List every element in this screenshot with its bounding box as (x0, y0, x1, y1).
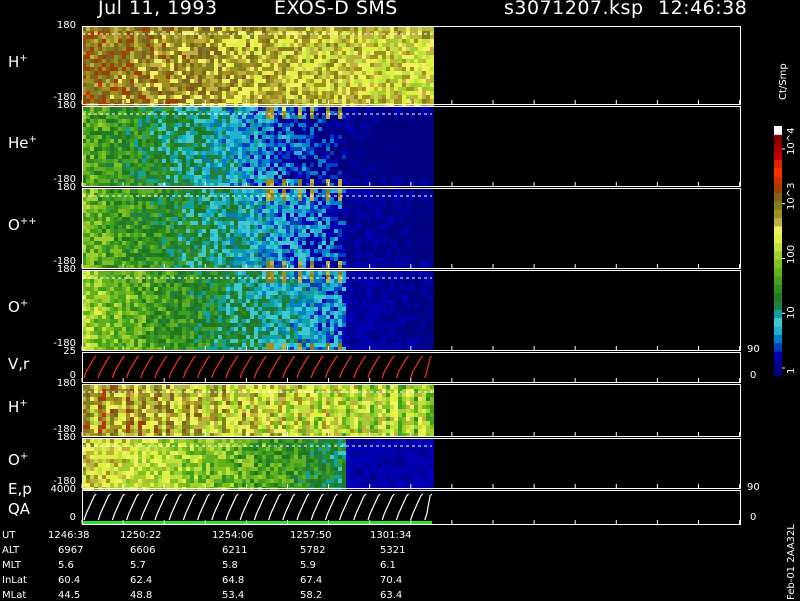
panel-right-top-label: 90 (747, 344, 760, 355)
ephemeris-row-name: MLT (2, 560, 21, 571)
panel-name-label: He+ (8, 134, 37, 152)
colorbar-tick-label: 100 (786, 245, 797, 264)
colorbar-tick-label: 10^4 (786, 127, 797, 154)
panel-4 (82, 353, 741, 383)
panel-ymax-label: 180 (36, 264, 76, 275)
header-file: s3071207.ksp (504, 0, 644, 19)
colorbar-units: Ct/Smp (778, 63, 789, 100)
panel-name-label: O++ (8, 216, 37, 234)
ephemeris-row-name: InLat (2, 575, 27, 586)
colorbar-tick-label: 10^3 (786, 182, 797, 209)
ephemeris-value: 1250:22 (120, 530, 162, 541)
panel-right-bottom-label: 0 (750, 512, 756, 523)
ephemeris-value: 62.4 (130, 575, 152, 586)
colorbar-tick-label: 1 (786, 368, 797, 374)
panel-name-label: V,r (8, 355, 29, 373)
ephemeris-value: 5.7 (130, 560, 146, 571)
ephemeris-row-name: UT (2, 530, 15, 541)
ephemeris-value: 70.4 (380, 575, 402, 586)
colorbar (774, 126, 785, 377)
ephemeris-value: 5.6 (58, 560, 74, 571)
ephemeris-value: 64.8 (222, 575, 244, 586)
ephemeris-value: 5.8 (222, 560, 238, 571)
panel-frame (83, 491, 741, 525)
ephemeris-value: 63.4 (380, 590, 402, 601)
panel-ymin-label: 0 (36, 512, 76, 523)
panel-ymax-label: 180 (36, 182, 76, 193)
header-instrument: EXOS-D SMS (274, 0, 398, 19)
panel-ymax-label: 25 (36, 346, 76, 357)
ephemeris-value: 1254:06 (212, 530, 254, 541)
panel-name-label: O+ (8, 298, 28, 316)
panel-right-top-label: 90 (747, 482, 760, 493)
panel-3 (82, 271, 741, 352)
panel-ymax-label: 180 (36, 100, 76, 111)
footer-stamp: Feb-01 2AA32L (786, 524, 797, 600)
ephemeris-value: 6967 (58, 545, 83, 556)
ephemeris-value: 1257:50 (290, 530, 332, 541)
ephemeris-value: 6606 (130, 545, 155, 556)
ephemeris-value: 6211 (222, 545, 247, 556)
ephemeris-value: 60.4 (58, 575, 80, 586)
panel-2 (82, 189, 741, 270)
ephemeris-value: 5.9 (300, 560, 316, 571)
panel-qa-label: QA (8, 500, 30, 518)
ephemeris-value: 1246:38 (48, 530, 90, 541)
ephemeris-value: 67.4 (300, 575, 322, 586)
series-line (84, 494, 432, 520)
ephemeris-row-name: MLat (2, 590, 26, 601)
ephemeris-value: 58.2 (300, 590, 322, 601)
panel-ymax-label: 180 (36, 378, 76, 389)
panel-ymax-label: 4000 (36, 484, 76, 495)
panel-name-label: H+ (8, 398, 28, 416)
ephemeris-value: 6.1 (380, 560, 396, 571)
ephemeris-value: 5782 (300, 545, 325, 556)
header-time: 12:46:38 (658, 0, 747, 19)
ephemeris-value: 5321 (380, 545, 405, 556)
panel-7 (82, 491, 741, 526)
ephemeris-value: 53.4 (222, 590, 244, 601)
panel-1 (82, 107, 741, 188)
panel-5 (82, 385, 741, 438)
colorbar-tick-label: 10 (786, 307, 797, 320)
panel-name-label: O+ (8, 451, 28, 469)
ephemeris-row-name: ALT (2, 545, 19, 556)
panel-ymax-label: 180 (36, 432, 76, 443)
panel-0 (82, 27, 741, 108)
ephemeris-value: 1301:34 (370, 530, 412, 541)
panel-name-label: H+ (8, 53, 28, 71)
ephemeris-value: 48.8 (130, 590, 152, 601)
panel-name-label: E,p (8, 480, 32, 498)
panel-ymax-label: 180 (36, 20, 76, 31)
spectrogram-plot (0, 0, 800, 600)
series-line (84, 356, 432, 378)
panel-right-bottom-label: 0 (750, 370, 756, 381)
header-date: Jul 11, 1993 (98, 0, 218, 19)
panel-6 (82, 439, 741, 492)
ephemeris-value: 44.5 (58, 590, 80, 601)
